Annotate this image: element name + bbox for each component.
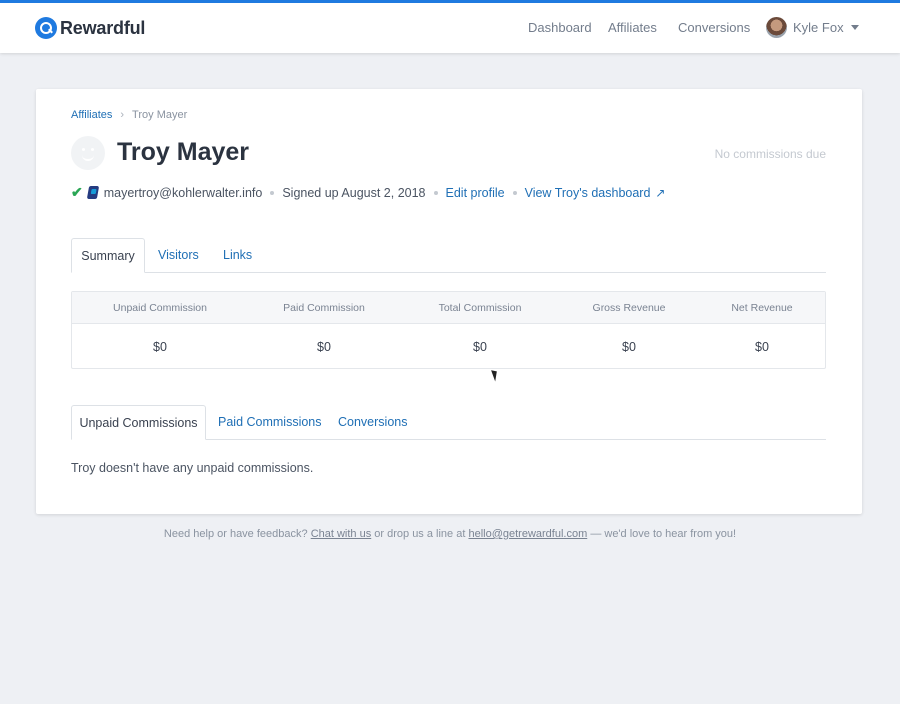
top-navbar: Rewardful Dashboard Affiliates Conversio… bbox=[0, 0, 900, 53]
logo-icon bbox=[35, 17, 57, 39]
breadcrumb: Affiliates › Troy Mayer bbox=[71, 109, 187, 121]
stats-header: Unpaid Commission bbox=[113, 302, 207, 314]
nav-affiliates-link[interactable]: Affiliates bbox=[608, 20, 657, 35]
tab-conversions[interactable]: Conversions bbox=[338, 405, 407, 440]
tab-summary[interactable]: Summary bbox=[71, 238, 145, 273]
footer-text: — we'd love to hear from you! bbox=[590, 528, 737, 540]
commission-stats-table: Unpaid Commission Paid Commission Total … bbox=[71, 291, 826, 369]
affiliate-meta: ✔ mayertroy@kohlerwalter.info Signed up … bbox=[71, 184, 665, 201]
stats-value-row: $0 $0 $0 $0 $0 bbox=[72, 324, 825, 368]
stats-header-row: Unpaid Commission Paid Commission Total … bbox=[72, 292, 825, 324]
footer-text: Need help or have feedback? bbox=[163, 528, 308, 540]
breadcrumb-affiliates-link[interactable]: Affiliates bbox=[71, 109, 112, 121]
breadcrumb-separator: › bbox=[120, 109, 125, 121]
nav-dashboard-link[interactable]: Dashboard bbox=[528, 20, 592, 35]
tab-links[interactable]: Links bbox=[223, 238, 252, 273]
chat-link[interactable]: Chat with us bbox=[311, 528, 372, 540]
stats-value: $0 bbox=[153, 340, 167, 354]
separator-dot bbox=[433, 190, 438, 195]
stats-value: $0 bbox=[622, 340, 636, 354]
breadcrumb-current: Troy Mayer bbox=[132, 109, 188, 121]
stats-header: Gross Revenue bbox=[592, 302, 666, 314]
user-menu[interactable]: Kyle Fox bbox=[766, 17, 859, 38]
brand-name: Rewardful bbox=[60, 17, 146, 38]
brand-logo[interactable]: Rewardful bbox=[35, 17, 145, 39]
separator-dot bbox=[270, 190, 275, 195]
user-name: Kyle Fox bbox=[793, 20, 844, 35]
stats-value: $0 bbox=[317, 340, 331, 354]
signup-date: Signed up August 2, 2018 bbox=[282, 185, 426, 200]
commissions-tabs: Unpaid Commissions Paid Commissions Conv… bbox=[71, 405, 826, 440]
user-avatar bbox=[766, 17, 787, 38]
page-title: Troy Mayer bbox=[117, 138, 250, 166]
affiliate-card: Affiliates › Troy Mayer Troy Mayer No co… bbox=[36, 89, 862, 514]
stats-header: Paid Commission bbox=[283, 302, 365, 314]
separator-dot bbox=[512, 190, 517, 195]
view-dashboard-link[interactable]: View Troy's dashboard bbox=[525, 186, 651, 200]
edit-profile-link[interactable]: Edit profile bbox=[446, 186, 505, 200]
stats-value: $0 bbox=[755, 340, 769, 354]
default-avatar-icon bbox=[71, 136, 105, 170]
stats-value: $0 bbox=[473, 340, 487, 354]
nav-conversions-link[interactable]: Conversions bbox=[678, 20, 750, 35]
tab-visitors[interactable]: Visitors bbox=[158, 238, 199, 273]
tab-unpaid-commissions[interactable]: Unpaid Commissions bbox=[71, 405, 206, 440]
paypal-icon bbox=[86, 186, 99, 199]
stats-header: Net Revenue bbox=[731, 302, 793, 314]
empty-state-message: Troy doesn't have any unpaid commissions… bbox=[71, 461, 314, 475]
external-link-icon: ↗ bbox=[655, 185, 666, 200]
support-email-link[interactable]: hello@getrewardful.com bbox=[468, 528, 587, 540]
checkmark-icon: ✔ bbox=[71, 184, 83, 200]
affiliate-email: mayertroy@kohlerwalter.info bbox=[103, 185, 263, 200]
stats-header: Total Commission bbox=[438, 302, 522, 314]
tab-paid-commissions[interactable]: Paid Commissions bbox=[218, 405, 322, 440]
summary-tabs: Summary Visitors Links bbox=[71, 238, 826, 273]
footer-text: or drop us a line at bbox=[374, 528, 466, 540]
chevron-down-icon bbox=[850, 25, 859, 30]
footer: Need help or have feedback? Chat with us… bbox=[0, 528, 900, 540]
commission-status: No commissions due bbox=[714, 147, 826, 161]
